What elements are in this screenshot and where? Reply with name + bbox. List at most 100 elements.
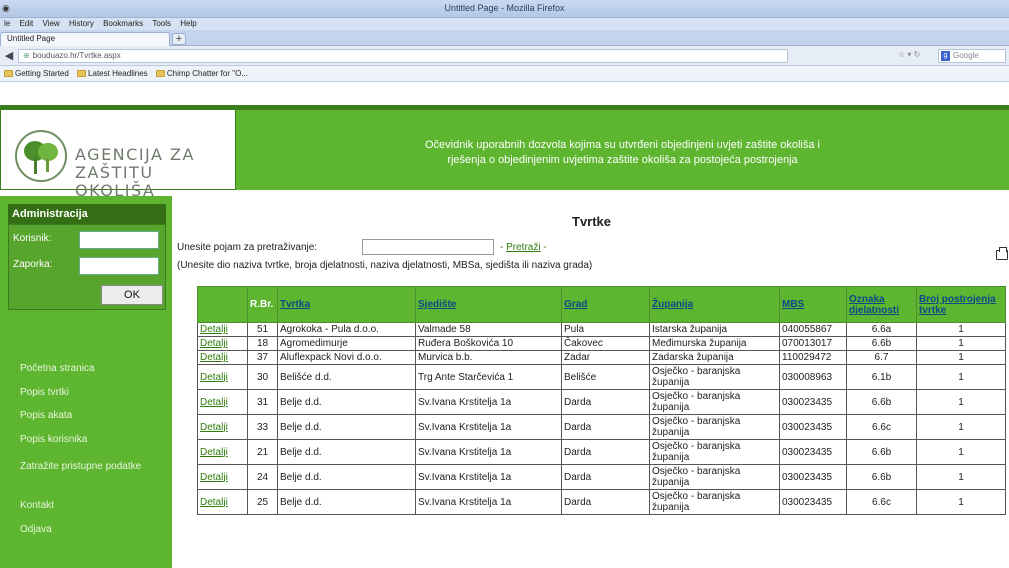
cell-activity-code: 6.6c	[846, 489, 917, 515]
tab-untitled-page[interactable]: Untitled Page	[0, 32, 170, 46]
menu-tools[interactable]: Tools	[152, 18, 171, 30]
cell-county: Osječko - baranjska županija	[649, 364, 780, 390]
cell-mbs: 110029472	[779, 350, 847, 365]
url-bar[interactable]: ⊕ bouduazo.hr/Tvrtke.aspx	[18, 49, 788, 63]
new-tab-button[interactable]: +	[172, 33, 186, 45]
nav-logout[interactable]: Odjava	[20, 523, 160, 536]
cell-plant-count: 1	[916, 389, 1006, 415]
window-title: Untitled Page - Mozilla Firefox	[444, 3, 565, 13]
login-panel: Korisnik: Zaporka: OK	[8, 224, 166, 310]
cell-index: 37	[247, 350, 278, 365]
bookmark-latest-headlines[interactable]: Latest Headlines	[77, 66, 148, 82]
table-row: Detalji 51 Agrokoka - Pula d.o.o. Valmad…	[197, 322, 1006, 337]
details-link[interactable]: Detalji	[197, 336, 248, 351]
username-field[interactable]	[79, 231, 159, 249]
menu-bar: le Edit View History Bookmarks Tools Hel…	[0, 18, 1009, 30]
cell-company: Belje d.d.	[277, 464, 416, 490]
search-engine-label: Google	[953, 51, 979, 60]
nav-company-list[interactable]: Popis tvrtki	[20, 386, 160, 399]
banner-line-2: rješenja o objedinjenim uvjetima zaštite…	[447, 154, 798, 166]
cell-mbs: 070013017	[779, 336, 847, 351]
agency-logo[interactable]: AGENCIJA ZA ZAŠTITU OKOLIŠA	[0, 105, 236, 200]
cell-mbs: 030008963	[779, 364, 847, 390]
cell-seat: Ruđera Boškovića 10	[415, 336, 562, 351]
cell-county: Istarska županija	[649, 322, 780, 337]
cell-plant-count: 1	[916, 489, 1006, 515]
cell-county: Osječko - baranjska županija	[649, 414, 780, 440]
nav-users-list[interactable]: Popis korisnika	[20, 433, 160, 446]
back-arrow-icon[interactable]: ◀	[2, 49, 16, 63]
cell-activity-code: 6.7	[846, 350, 917, 365]
table-row: Detalji 18 Agromedimurje Ruđera Bošković…	[197, 336, 1006, 351]
cell-county: Međimurska županija	[649, 336, 780, 351]
cell-plant-count: 1	[916, 350, 1006, 365]
details-link[interactable]: Detalji	[197, 464, 248, 490]
bookmark-icon	[4, 70, 13, 77]
menu-file[interactable]: le	[4, 18, 10, 30]
menu-view[interactable]: View	[43, 18, 60, 30]
menu-edit[interactable]: Edit	[19, 18, 33, 30]
password-field[interactable]	[79, 257, 159, 275]
details-link[interactable]: Detalji	[197, 350, 248, 365]
star-reload-icons[interactable]: ☆ ▾ ↻	[898, 50, 920, 59]
nav-home[interactable]: Početna stranica	[20, 362, 160, 375]
cell-company: Belišće d.d.	[277, 364, 416, 390]
col-header-mbs[interactable]: MBS	[779, 286, 847, 323]
cell-activity-code: 6.6b	[846, 464, 917, 490]
nav-contact[interactable]: Kontakt	[20, 499, 160, 512]
nav-acts-list[interactable]: Popis akata	[20, 409, 160, 422]
tab-strip: Untitled Page +	[0, 30, 1009, 46]
cell-index: 51	[247, 322, 278, 337]
cell-plant-count: 1	[916, 322, 1006, 337]
admin-heading: Administracija	[8, 204, 166, 224]
details-link[interactable]: Detalji	[197, 322, 248, 337]
browser-titlebar: ◉ Untitled Page - Mozilla Firefox	[0, 0, 1009, 18]
companies-table: R.Br. Tvrtka Sjedište Grad Županija MBS …	[197, 286, 1006, 515]
bookmark-chimp-chatter[interactable]: Chimp Chatter for "O...	[155, 66, 248, 82]
menu-help[interactable]: Help	[180, 18, 196, 30]
cell-company: Belje d.d.	[277, 414, 416, 440]
details-link[interactable]: Detalji	[197, 439, 248, 465]
search-engine-box[interactable]: g Google	[938, 49, 1006, 63]
col-header-county[interactable]: Županija	[649, 286, 780, 323]
col-header-plant-count[interactable]: Broj postrojenja tvrtke	[916, 286, 1006, 323]
navigation-bar: ◀ ⊕ bouduazo.hr/Tvrtke.aspx ☆ ▾ ↻ g Google	[0, 46, 1009, 66]
cell-seat: Valmade 58	[415, 322, 562, 337]
cell-company: Aluflexpack Novi d.o.o.	[277, 350, 416, 365]
search-button[interactable]: - Pretraži -	[500, 242, 547, 253]
cell-city: Belišće	[561, 364, 650, 390]
bookmark-label: Getting Started	[15, 69, 69, 78]
bookmark-getting-started[interactable]: Getting Started	[4, 66, 69, 82]
details-link[interactable]: Detalji	[197, 414, 248, 440]
search-input[interactable]	[362, 239, 494, 255]
cell-plant-count: 1	[916, 364, 1006, 390]
details-link[interactable]: Detalji	[197, 489, 248, 515]
cell-city: Darda	[561, 389, 650, 415]
print-icon[interactable]	[996, 247, 1008, 260]
cell-city: Pula	[561, 322, 650, 337]
cell-county: Osječko - baranjska županija	[649, 489, 780, 515]
details-link[interactable]: Detalji	[197, 389, 248, 415]
logo-line-2: ZAŠTITU OKOLIŠA	[75, 163, 156, 200]
login-ok-button[interactable]: OK	[101, 285, 163, 305]
col-header-activity-code[interactable]: Oznaka djelatnosti	[846, 286, 917, 323]
col-header-company[interactable]: Tvrtka	[277, 286, 416, 323]
cell-city: Darda	[561, 464, 650, 490]
cell-activity-code: 6.6c	[846, 414, 917, 440]
logo-text: AGENCIJA ZA ZAŠTITU OKOLIŠA	[75, 146, 235, 200]
cell-company: Belje d.d.	[277, 439, 416, 465]
menu-history[interactable]: History	[69, 18, 94, 30]
cell-mbs: 030023435	[779, 439, 847, 465]
col-header-city[interactable]: Grad	[561, 286, 650, 323]
table-row: Detalji 33 Belje d.d. Sv.Ivana Krstitelj…	[197, 414, 1006, 440]
cell-mbs: 030023435	[779, 389, 847, 415]
menu-bookmarks[interactable]: Bookmarks	[103, 18, 143, 30]
col-header-index: R.Br.	[247, 286, 278, 323]
cell-plant-count: 1	[916, 414, 1006, 440]
col-header-seat[interactable]: Sjedište	[415, 286, 562, 323]
cell-city: Čakovec	[561, 336, 650, 351]
cell-city: Zadar	[561, 350, 650, 365]
details-link[interactable]: Detalji	[197, 364, 248, 390]
nav-request-access[interactable]: Zatražite pristupne podatke	[20, 460, 160, 473]
google-icon: g	[941, 51, 950, 61]
